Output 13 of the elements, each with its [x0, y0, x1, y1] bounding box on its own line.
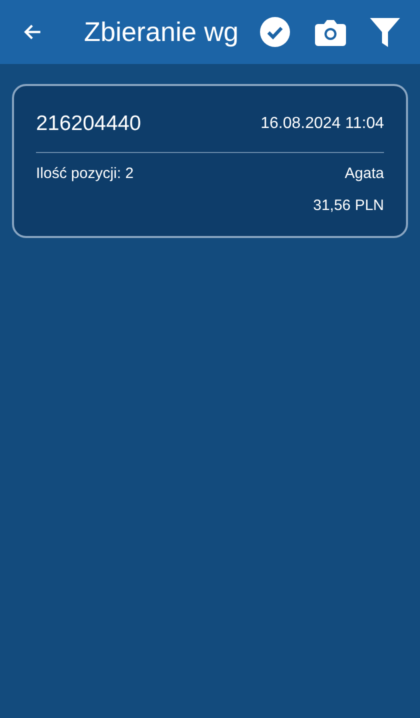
check-button[interactable]: [260, 17, 290, 47]
check-icon: [260, 17, 290, 47]
camera-icon: [315, 18, 346, 46]
screen-title: Zbieranie wg: [84, 16, 239, 49]
order-date: 16.08.2024 11:04: [260, 114, 384, 134]
item-count: Ilość pozycji: 2: [36, 164, 134, 184]
filter-button[interactable]: [370, 17, 400, 47]
person-name: Agata: [344, 164, 384, 184]
order-total: 31,56 PLN: [313, 196, 384, 216]
camera-button[interactable]: [315, 18, 346, 46]
filter-icon: [370, 17, 400, 47]
order-card[interactable]: 216204440 16.08.2024 11:04 Ilość pozycji: 2 Agata 31,56 PLN: [12, 84, 408, 238]
order-number: 216204440: [36, 111, 142, 137]
